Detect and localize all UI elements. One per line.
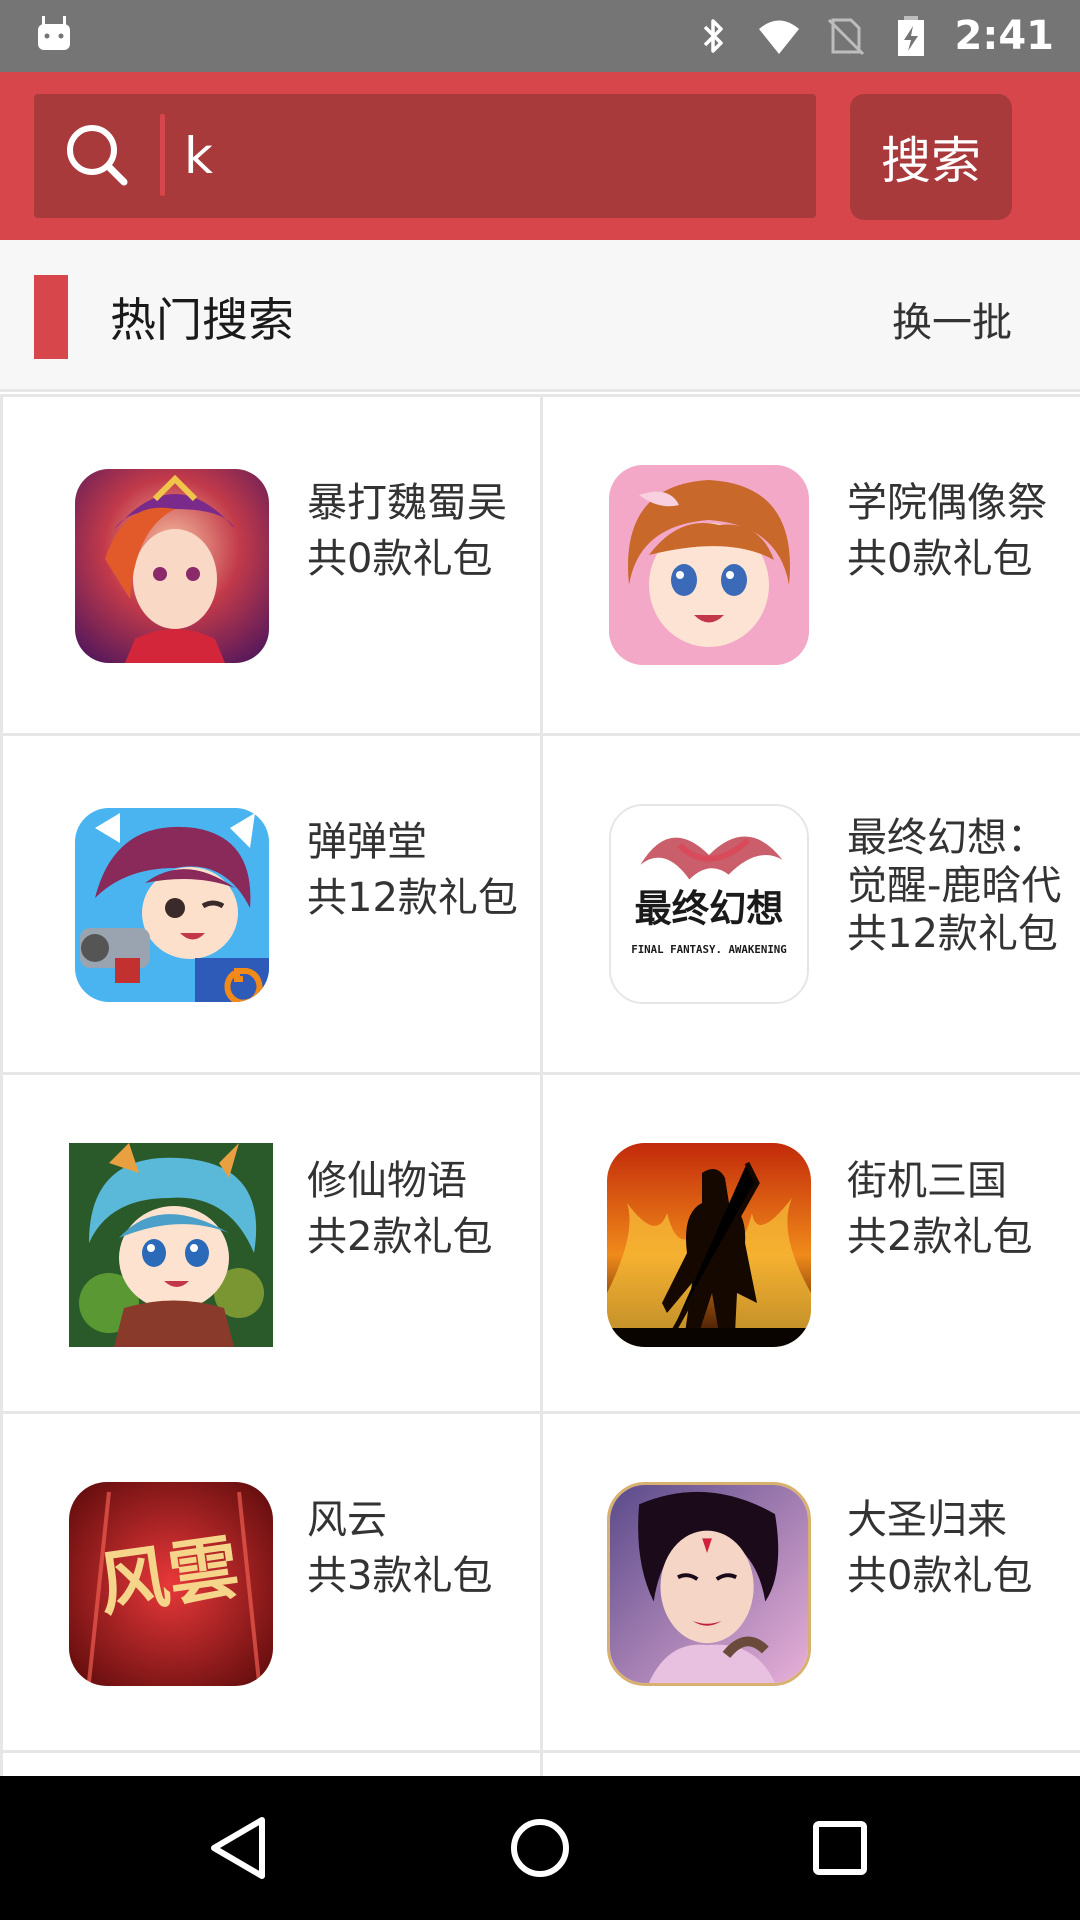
home-icon[interactable] bbox=[504, 1812, 576, 1884]
android-icon bbox=[38, 16, 70, 50]
search-divider bbox=[160, 114, 165, 196]
recents-icon[interactable] bbox=[804, 1812, 876, 1884]
hot-search-title: 热门搜索 bbox=[110, 293, 294, 347]
search-box[interactable] bbox=[34, 94, 816, 218]
wifi-icon bbox=[758, 20, 799, 54]
game-name: 大圣归来 bbox=[847, 1497, 1007, 1543]
bluetooth-icon bbox=[703, 19, 723, 53]
navigation-bar bbox=[0, 1776, 1080, 1920]
hot-search-header: 热门搜索 换一批 bbox=[0, 240, 1080, 392]
game-name: 学院偶像祭 bbox=[847, 480, 1047, 526]
gift-count: 共3款礼包 bbox=[307, 1553, 493, 1599]
gift-count: 共2款礼包 bbox=[307, 1214, 493, 1260]
game-name-line2: 觉醒-鹿晗代 bbox=[847, 863, 1062, 909]
search-icon bbox=[67, 125, 128, 186]
game-icon-baoda bbox=[75, 469, 269, 663]
game-icon-ff: 最终幻想 FINAL FANTASY. AWAKENING bbox=[609, 804, 809, 1004]
gift-count: 共2款礼包 bbox=[847, 1214, 1033, 1260]
game-item[interactable]: 学院偶像祭 共0款礼包 bbox=[543, 397, 1080, 733]
ff-logo-text: 最终幻想 bbox=[635, 887, 784, 931]
refresh-button[interactable]: 换一批 bbox=[892, 290, 1012, 348]
game-item[interactable]: 大圣归来 共0款礼包 bbox=[543, 1414, 1080, 1750]
game-grid: 暴打魏蜀吴 共0款礼包 学院偶像祭 共0款礼包 弹弹堂 共12款礼包 最终幻想 … bbox=[0, 394, 1080, 1793]
gift-count: 共12款礼包 bbox=[307, 875, 518, 921]
game-item[interactable]: 风雲 风云 共3款礼包 bbox=[3, 1414, 540, 1750]
game-item[interactable]: 最终幻想 FINAL FANTASY. AWAKENING 最终幻想： 觉醒-鹿… bbox=[543, 736, 1080, 1072]
game-name: 风云 bbox=[307, 1497, 387, 1543]
game-icon-xiuxian bbox=[69, 1143, 273, 1347]
no-sim-icon bbox=[827, 18, 864, 56]
gift-count: 共0款礼包 bbox=[847, 1553, 1033, 1599]
game-name: 最终幻想： bbox=[847, 815, 1047, 861]
game-item[interactable]: 弹弹堂 共12款礼包 bbox=[3, 736, 540, 1072]
game-name: 弹弹堂 bbox=[307, 819, 427, 865]
search-input[interactable] bbox=[184, 94, 804, 218]
game-icon-ddt bbox=[75, 808, 269, 1002]
game-icon-jieji bbox=[607, 1143, 811, 1347]
game-name: 街机三国 bbox=[847, 1158, 1007, 1204]
gift-count: 共12款礼包 bbox=[847, 911, 1058, 957]
search-header: 搜索 bbox=[0, 72, 1080, 240]
search-button[interactable]: 搜索 bbox=[850, 94, 1012, 220]
gift-count: 共0款礼包 bbox=[307, 536, 493, 582]
status-time: 2:41 bbox=[954, 13, 1055, 59]
ff-logo-subtitle: FINAL FANTASY. AWAKENING bbox=[631, 943, 787, 956]
gift-count: 共0款礼包 bbox=[847, 536, 1033, 582]
game-item[interactable]: 修仙物语 共2款礼包 bbox=[3, 1075, 540, 1411]
back-icon[interactable] bbox=[204, 1812, 276, 1884]
game-icon-dasheng bbox=[607, 1482, 811, 1686]
game-item[interactable]: 街机三国 共2款礼包 bbox=[543, 1075, 1080, 1411]
game-name: 暴打魏蜀吴 bbox=[307, 480, 507, 526]
game-name: 修仙物语 bbox=[307, 1158, 467, 1204]
battery-charging-icon bbox=[897, 16, 924, 56]
status-bar: 2:41 bbox=[0, 0, 1080, 72]
game-icon-fengyun: 风雲 bbox=[69, 1482, 273, 1686]
section-marker bbox=[34, 275, 68, 359]
game-icon-idol bbox=[609, 465, 809, 665]
game-item[interactable]: 暴打魏蜀吴 共0款礼包 bbox=[3, 397, 540, 733]
